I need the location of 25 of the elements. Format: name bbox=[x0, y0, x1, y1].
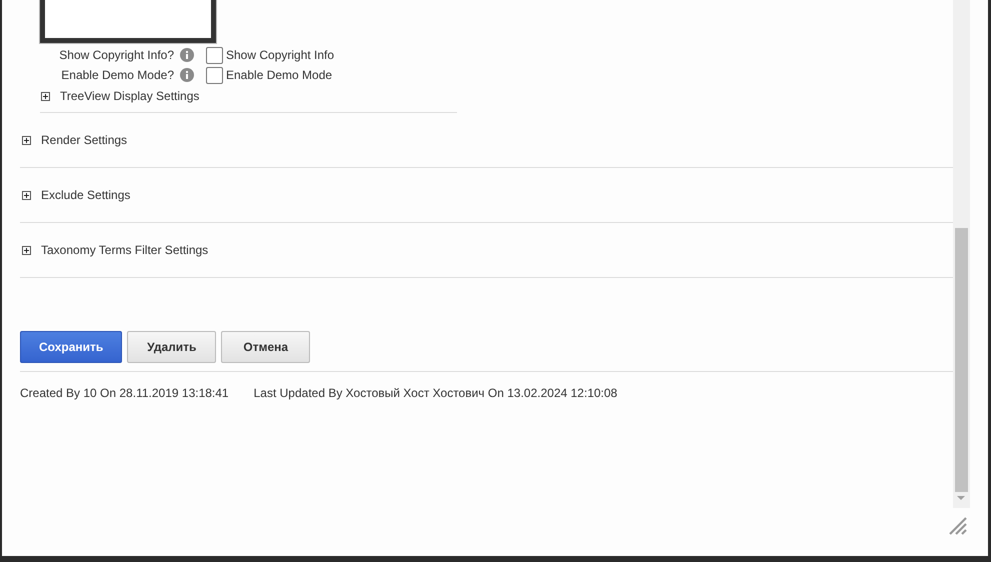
scrollbar-thumb[interactable] bbox=[955, 228, 968, 492]
resize-grip-icon[interactable] bbox=[948, 516, 968, 536]
updated-info: Last Updated By Хостовый Хост Хостович On 13.02.2024 12:10:08 bbox=[254, 386, 618, 400]
scrollbar[interactable] bbox=[953, 0, 970, 508]
option-label: Show Copyright Info? bbox=[58, 48, 174, 62]
expand-icon[interactable] bbox=[22, 190, 31, 200]
expand-icon[interactable] bbox=[41, 92, 50, 100]
info-icon[interactable] bbox=[180, 68, 194, 82]
info-icon[interactable] bbox=[180, 48, 194, 62]
checkbox[interactable] bbox=[206, 66, 223, 84]
checkbox[interactable] bbox=[206, 46, 223, 64]
created-info: Created By 10 On 28.11.2019 13:18:41 bbox=[20, 386, 229, 400]
action-button[interactable]: Удалить bbox=[127, 331, 216, 363]
checkbox-label: Show Copyright Info bbox=[226, 48, 334, 62]
expand-icon[interactable] bbox=[22, 136, 31, 144]
section-title[interactable]: Taxonomy Terms Filter Settings bbox=[41, 243, 208, 257]
scroll-down-icon[interactable] bbox=[957, 496, 965, 501]
action-button[interactable]: Отмена bbox=[221, 331, 310, 363]
section-title[interactable]: Render Settings bbox=[41, 133, 128, 147]
save-button[interactable]: Сохранить bbox=[20, 331, 122, 363]
section-title[interactable]: Exclude Settings bbox=[41, 188, 130, 202]
section-title[interactable]: TreeView Display Settings bbox=[60, 89, 200, 103]
checkbox-label: Enable Demo Mode bbox=[226, 68, 332, 82]
option-label: Enable Demo Mode? bbox=[60, 68, 174, 82]
expand-icon[interactable] bbox=[22, 246, 31, 254]
